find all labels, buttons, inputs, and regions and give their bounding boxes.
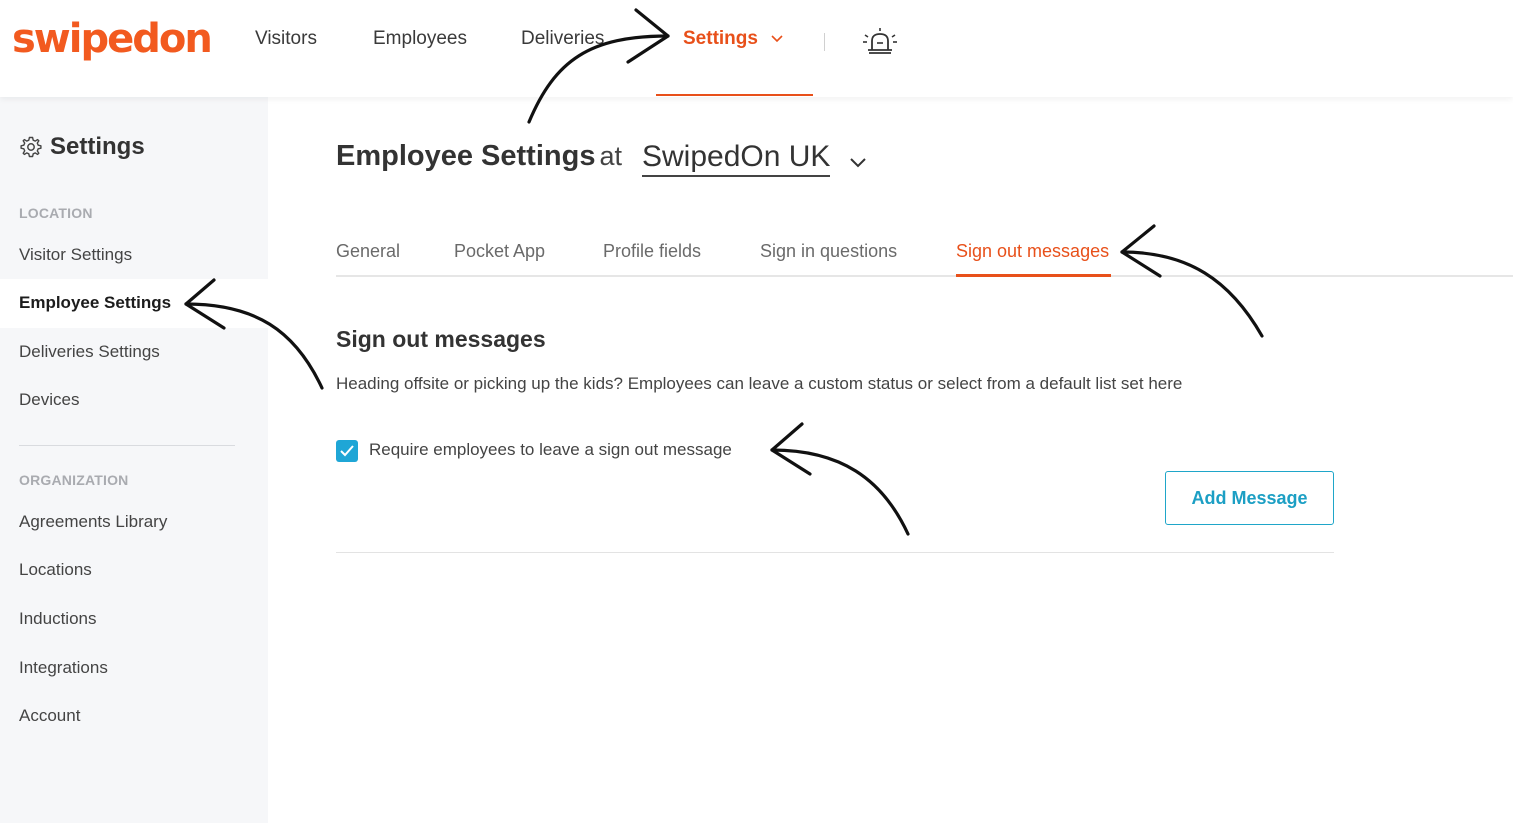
section-title: Sign out messages [336, 326, 546, 352]
require-message-checkbox[interactable] [336, 440, 358, 462]
sidebar-item-locations[interactable]: Locations [19, 560, 92, 580]
tab-general[interactable]: General [336, 241, 400, 262]
tab-pocket-app[interactable]: Pocket App [454, 241, 545, 262]
sidebar-item-employee-settings[interactable]: Employee Settings [19, 293, 171, 313]
section-organization: ORGANIZATION [19, 472, 129, 488]
location-select[interactable]: SwipedOn UK [642, 140, 831, 177]
tab-profile-fields[interactable]: Profile fields [603, 241, 701, 262]
section-description: Heading offsite or picking up the kids? … [336, 374, 1183, 393]
nav-deliveries[interactable]: Deliveries [521, 28, 604, 50]
nav-employees[interactable]: Employees [373, 28, 467, 50]
tab-active-underline [956, 274, 1111, 277]
swipedon-logo[interactable]: swipedon [12, 16, 213, 62]
arrow-to-checkbox-label [770, 448, 910, 536]
sidebar-title-text: Settings [50, 133, 145, 160]
alarm-light-icon[interactable] [862, 28, 898, 54]
nav-visitors[interactable]: Visitors [255, 28, 317, 50]
sidebar-item-inductions[interactable]: Inductions [19, 609, 97, 629]
section-location: LOCATION [19, 205, 93, 221]
app-root: swipedon Visitors Employees Deliveries S… [0, 0, 1513, 823]
tab-sign-in-questions[interactable]: Sign in questions [760, 241, 897, 262]
tab-sign-out-messages[interactable]: Sign out messages [956, 241, 1109, 262]
page-title: Employee Settings at [336, 140, 622, 173]
checkmark-icon [340, 445, 354, 457]
sidebar-title: Settings [19, 133, 145, 161]
sidebar-item-deliveries-settings[interactable]: Deliveries Settings [19, 342, 160, 362]
location-chevron-down-icon[interactable] [849, 155, 867, 169]
add-message-button[interactable]: Add Message [1165, 471, 1334, 525]
sidebar-item-integrations[interactable]: Integrations [19, 658, 108, 678]
nav-active-underline [656, 94, 813, 96]
gear-icon [20, 136, 42, 158]
page-title-text: Employee Settings [336, 140, 596, 172]
top-nav: swipedon Visitors Employees Deliveries S… [0, 0, 1513, 97]
tabs-baseline [336, 275, 1513, 277]
arrow-to-signout-tab [1120, 250, 1264, 338]
nav-divider [824, 33, 825, 51]
sidebar-item-account[interactable]: Account [19, 706, 80, 726]
nav-settings[interactable]: Settings [683, 28, 758, 50]
sidebar-item-devices[interactable]: Devices [19, 390, 79, 410]
section-divider [336, 552, 1334, 553]
arrow-head-signout [1120, 224, 1162, 278]
arrow-head-checkbox [770, 422, 812, 476]
sidebar-item-visitor-settings[interactable]: Visitor Settings [19, 245, 132, 265]
sidebar-item-agreements-library[interactable]: Agreements Library [19, 512, 167, 532]
sidebar-divider [19, 445, 235, 446]
page-title-at: at [599, 141, 622, 171]
require-message-label[interactable]: Require employees to leave a sign out me… [369, 440, 732, 460]
sidebar: Settings LOCATION Visitor Settings Emplo… [0, 97, 268, 823]
chevron-down-icon[interactable] [770, 32, 784, 46]
